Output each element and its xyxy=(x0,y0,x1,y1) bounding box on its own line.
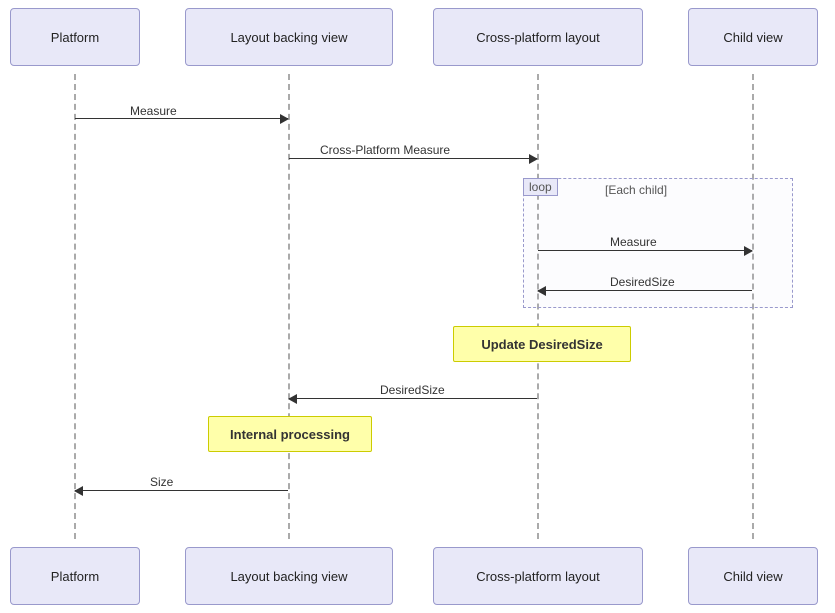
actor-layout-backing-top: Layout backing view xyxy=(185,8,393,66)
lifeline-layout-backing xyxy=(288,74,290,539)
arrow-measure1 xyxy=(75,118,288,119)
actor-cross-platform-bottom: Cross-platform layout xyxy=(433,547,643,605)
label-size: Size xyxy=(150,475,173,489)
label-cross-platform-measure: Cross-Platform Measure xyxy=(320,143,450,157)
actor-cross-platform-top: Cross-platform layout xyxy=(433,8,643,66)
action-internal-processing: Internal processing xyxy=(208,416,372,452)
sequence-diagram: Platform Layout backing view Cross-platf… xyxy=(0,0,835,613)
action-update-desired-size: Update DesiredSize xyxy=(453,326,631,362)
label-measure1: Measure xyxy=(130,104,177,118)
actor-platform-bottom: Platform xyxy=(10,547,140,605)
arrow-cross-platform-measure xyxy=(289,158,537,159)
loop-label: loop xyxy=(523,178,558,196)
label-desired-size1: DesiredSize xyxy=(610,275,675,289)
actor-platform-top: Platform xyxy=(10,8,140,66)
actor-child-view-bottom: Child view xyxy=(688,547,818,605)
arrow-desired-size2 xyxy=(289,398,537,399)
actor-child-view-top: Child view xyxy=(688,8,818,66)
arrow-measure2 xyxy=(538,250,752,251)
arrow-desired-size1 xyxy=(538,290,752,291)
loop-condition: [Each child] xyxy=(605,183,667,197)
label-desired-size2: DesiredSize xyxy=(380,383,445,397)
arrow-size xyxy=(75,490,288,491)
lifeline-platform xyxy=(74,74,76,539)
label-measure2: Measure xyxy=(610,235,657,249)
actor-layout-backing-bottom: Layout backing view xyxy=(185,547,393,605)
